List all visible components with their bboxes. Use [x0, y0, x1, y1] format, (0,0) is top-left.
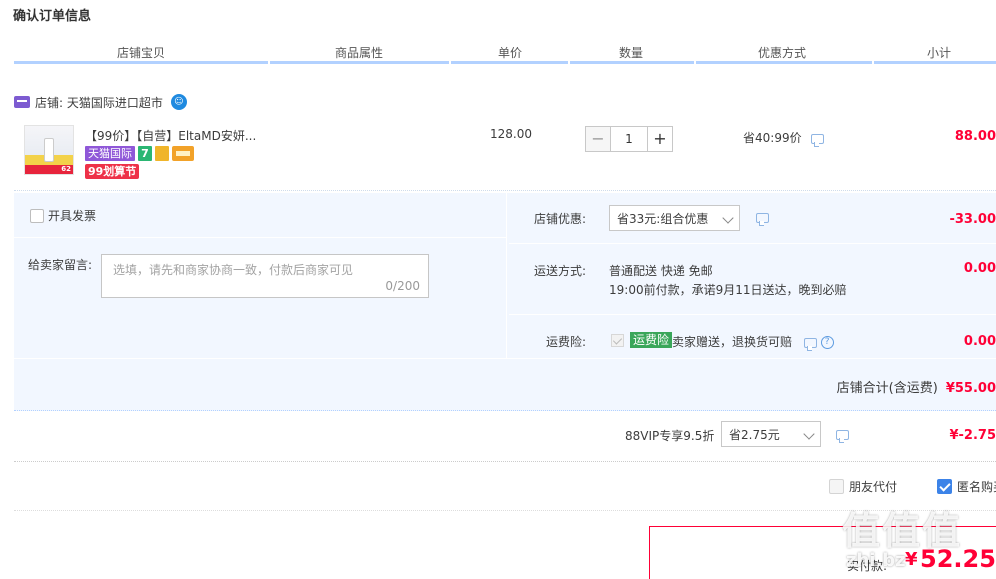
comment-icon[interactable]: [803, 337, 817, 351]
comment-icon[interactable]: [811, 133, 825, 147]
help-icon[interactable]: ?: [820, 336, 834, 349]
invoice-option[interactable]: 开具发票: [30, 207, 96, 224]
quantity-stepper: − 1 +: [585, 126, 673, 152]
column-separator: [694, 61, 696, 64]
message-textarea[interactable]: 选填，请先和商家协商一致，付款后商家可见 0/200: [101, 254, 429, 298]
friend-pay-checkbox[interactable]: [829, 479, 844, 494]
comment-icon[interactable]: [836, 430, 849, 443]
watermark-logo: 值值值: [842, 509, 963, 553]
shop-options-panel: 开具发票 给卖家留言: 选填，请先和商家协商一致，付款后商家可见 0/200 店…: [14, 193, 996, 411]
column-separator: [449, 61, 451, 64]
shop-name[interactable]: 店铺: 天猫国际进口超市: [35, 94, 163, 111]
col-header-unit-price: 单价: [497, 46, 522, 60]
anonymous-option[interactable]: 匿名购买: [937, 478, 996, 495]
promotion-text: 省40:99价: [743, 131, 802, 145]
divider: [14, 237, 506, 238]
insurance-value: 0.00: [963, 334, 996, 349]
message-placeholder: 选填，请先和商家协商一致，付款后商家可见: [113, 263, 354, 277]
insurance-description: 卖家赠送，退换货可赔: [672, 335, 793, 349]
shop-discount-selected: 省33元:组合优惠: [617, 211, 709, 226]
shop-header: 店铺: 天猫国际进口超市 ☺: [14, 93, 187, 111]
shipping-value: 0.00: [963, 261, 996, 276]
qty-input[interactable]: 1: [611, 126, 647, 152]
seven-day-return-icon: 7: [138, 146, 152, 161]
qty-decrease-button[interactable]: −: [585, 126, 611, 152]
anonymous-label: 匿名购买: [957, 480, 996, 494]
col-header-shop-item: 店铺宝贝: [116, 46, 165, 60]
shop-total: 店铺合计(含运费) ¥55.00: [837, 377, 996, 396]
invoice-label: 开具发票: [48, 209, 97, 223]
anonymous-checkbox[interactable]: [937, 479, 952, 494]
shop-discount-label: 店铺优惠:: [534, 212, 587, 226]
divider: [14, 358, 996, 359]
message-char-count: 0/200: [385, 279, 420, 293]
column-headers: 店铺宝贝 商品属性 单价 数量 优惠方式 小计: [14, 42, 996, 62]
col-header-promotion: 优惠方式: [757, 46, 806, 60]
aliwangwang-icon[interactable]: ☺: [170, 94, 187, 110]
unit-price: 128.00: [490, 127, 532, 141]
order-item-row: 62 【99价】【自营】EltaMD安妍... 天猫国际 7 99划算节 128…: [14, 117, 996, 191]
divider: [509, 243, 996, 244]
guarantee-icon: [155, 146, 169, 161]
shop-total-label: 店铺合计(含运费): [836, 381, 938, 396]
chevron-down-icon: [722, 212, 734, 224]
column-separator: [568, 61, 570, 64]
shop-discount-shipping-pane: 店铺优惠: 省33元:组合优惠 -33.00 运送方式: 普通配送 快递 免邮 …: [509, 193, 996, 358]
shipping-method: 普通配送 快递 免邮: [609, 264, 713, 278]
item-subtotal: 88.00: [954, 129, 996, 144]
column-separator: [268, 61, 270, 64]
shipping-label: 运送方式:: [534, 264, 587, 278]
qty-increase-button[interactable]: +: [647, 126, 673, 152]
product-badges: 天猫国际 7: [85, 146, 194, 161]
product-title[interactable]: 【99价】【自营】EltaMD安妍...: [85, 127, 256, 144]
thumbnail-price: 62: [61, 165, 71, 173]
invoice-message-pane: 开具发票 给卖家留言: 选填，请先和商家协商一致，付款后商家可见 0/200: [14, 193, 506, 358]
vip-discount-value: ¥-2.75: [949, 428, 996, 443]
invoice-checkbox[interactable]: [30, 208, 44, 223]
shop-discount-value: -33.00: [949, 212, 996, 227]
vip-discount-select[interactable]: 省2.75元: [721, 421, 821, 447]
divider: [509, 314, 996, 315]
friend-pay-option[interactable]: 朋友代付: [829, 478, 897, 495]
comment-icon[interactable]: [756, 213, 769, 226]
vip-discount-row: 88VIP专享9.5折 省2.75元 ¥-2.75: [14, 412, 996, 462]
tmall-global-badge: 天猫国际: [85, 146, 135, 161]
shop-discount-select[interactable]: 省33元:组合优惠: [609, 205, 740, 231]
product-thumbnail[interactable]: 62: [24, 125, 74, 175]
friend-pay-label: 朋友代付: [849, 480, 898, 494]
col-header-subtotal: 小计: [926, 46, 951, 60]
column-separator: [872, 61, 874, 64]
vip-discount-selected: 省2.75元: [729, 427, 780, 442]
shop-icon: [14, 96, 30, 108]
column-header-divider: [14, 61, 996, 64]
chevron-down-icon: [803, 428, 815, 440]
insurance-tag: 运费险: [630, 332, 673, 348]
promotion: 省40:99价: [743, 129, 825, 147]
shipping-promise: 19:00前付款，承诺9月11日送达，晚到必赔: [609, 283, 847, 297]
insurance-checkbox: [611, 334, 624, 347]
credit-card-icon: [172, 146, 194, 161]
page-title: 确认订单信息: [13, 9, 92, 24]
festival-badge: 99划算节: [85, 164, 140, 179]
product-bottle-image: [44, 138, 54, 162]
insurance-text: 卖家赠送，退换货可赔 ?: [672, 333, 834, 351]
col-header-quantity: 数量: [618, 46, 643, 60]
divider: [506, 193, 507, 358]
message-label: 给卖家留言:: [28, 258, 93, 272]
vip-label: 88VIP专享9.5折: [625, 429, 715, 443]
insurance-label: 运费险:: [546, 335, 587, 349]
watermark-url: zhi.bz: [846, 550, 906, 571]
col-header-attributes: 商品属性: [334, 46, 383, 60]
shop-total-value: ¥55.00: [945, 381, 996, 396]
